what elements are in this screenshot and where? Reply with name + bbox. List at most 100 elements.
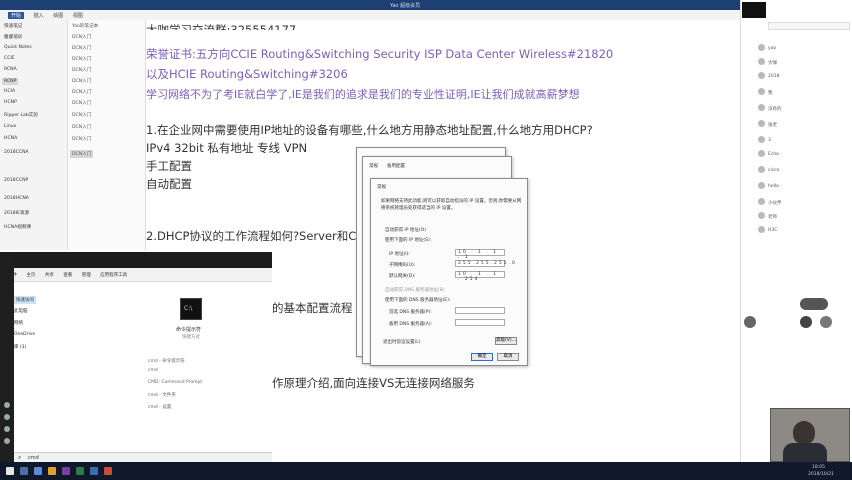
ribbon-tab[interactable]: 应用程序工具 bbox=[100, 272, 127, 278]
page-item[interactable]: DCN入门 bbox=[72, 34, 91, 40]
page-item[interactable]: Yao的笔记本 bbox=[72, 23, 98, 29]
floating-avatar[interactable] bbox=[800, 316, 812, 328]
result-item[interactable]: cmd bbox=[148, 368, 158, 373]
dialog-tab-general[interactable]: 常规 bbox=[369, 163, 378, 169]
folder-icon[interactable] bbox=[48, 467, 56, 475]
radio-auto-ip[interactable]: 自动获得 IP 地址(O) bbox=[385, 227, 426, 233]
radio-auto-dns[interactable]: 自动获得 DNS 服务器地址(B) bbox=[385, 287, 445, 293]
page-item[interactable]: DCN入门 bbox=[72, 136, 91, 142]
radio-manual-dns[interactable]: 使用下面的 DNS 服务器地址(E): bbox=[385, 297, 450, 303]
ribbon-tab[interactable]: 共享 bbox=[45, 272, 54, 278]
nav-network[interactable]: 网络 bbox=[14, 320, 23, 326]
advanced-button[interactable]: 高级(V)... bbox=[495, 337, 517, 345]
gateway-field[interactable]: 10 . 1 . 1 . 254 bbox=[455, 271, 505, 282]
menu-insert[interactable]: 插入 bbox=[34, 12, 44, 19]
page-item[interactable]: DCN入门 bbox=[72, 112, 91, 118]
ribbon-tab[interactable]: 管理 bbox=[82, 272, 91, 278]
section-item[interactable]: 快速笔记 bbox=[4, 23, 22, 29]
page-item[interactable]: DCN入门 bbox=[72, 100, 91, 106]
section-item[interactable]: HCNP bbox=[4, 100, 17, 105]
settings-icon[interactable] bbox=[4, 426, 10, 432]
section-item[interactable]: 2018CCNA bbox=[4, 150, 29, 155]
section-item[interactable]: RCNA bbox=[4, 67, 17, 72]
nav-this-pc[interactable]: 此电脑 bbox=[14, 308, 28, 314]
file-sub: 快捷方式 bbox=[182, 335, 200, 340]
cancel-button[interactable]: 取消 bbox=[497, 353, 519, 361]
section-item[interactable]: HCNA bbox=[4, 136, 17, 141]
section-item[interactable]: Linux bbox=[4, 124, 16, 129]
chat-message: 我 bbox=[768, 91, 773, 96]
nav-libraries[interactable]: 库 (3) bbox=[14, 344, 26, 350]
dns1-field[interactable] bbox=[455, 307, 505, 314]
chat-message: yao bbox=[768, 46, 777, 51]
page-item[interactable]: DCN入门 bbox=[72, 56, 91, 62]
section-item[interactable]: 2018IE资源 bbox=[4, 210, 29, 216]
page-item[interactable]: DCN入门 bbox=[72, 124, 91, 130]
explorer-ribbon: 文件 主页 共享 查看 管理 应用程序工具 bbox=[0, 268, 272, 282]
page-item[interactable]: DCN入门 bbox=[72, 67, 91, 73]
app-icon[interactable] bbox=[76, 467, 84, 475]
page-item[interactable]: DCN入门 bbox=[72, 89, 91, 95]
menu-view[interactable]: 视图 bbox=[73, 12, 83, 19]
section-item[interactable]: Ripper Lab实验 bbox=[4, 112, 38, 118]
result-item[interactable]: cmd - 设置 bbox=[148, 404, 171, 410]
section-item-selected[interactable]: RCNP bbox=[2, 78, 19, 85]
radio-manual-ip[interactable]: 使用下面的 IP 地址(S): bbox=[385, 237, 431, 243]
windows-start-icon[interactable] bbox=[6, 467, 14, 475]
edge-icon[interactable] bbox=[34, 467, 42, 475]
floating-badge[interactable] bbox=[800, 298, 828, 310]
documents-icon[interactable] bbox=[4, 414, 10, 420]
taskbar-date[interactable]: 2018/10/21 bbox=[808, 472, 834, 477]
avatar bbox=[758, 150, 765, 157]
section-item[interactable]: 2018HCNA bbox=[4, 196, 29, 201]
search-input[interactable]: cmd bbox=[28, 455, 39, 461]
dialog-desc-2: 络系统管理员处获得适当的 IP 设置。 bbox=[381, 206, 456, 211]
avatar bbox=[758, 166, 765, 173]
app-icon[interactable] bbox=[90, 467, 98, 475]
cmd-file-icon[interactable]: C:\ bbox=[180, 298, 202, 320]
page-item[interactable]: DCN入门 bbox=[72, 78, 91, 84]
presenter-body-icon bbox=[783, 443, 827, 463]
power-icon[interactable] bbox=[4, 438, 10, 444]
section-item[interactable]: HCIA bbox=[4, 89, 15, 94]
ribbon-tab[interactable]: 查看 bbox=[63, 272, 72, 278]
menu-home[interactable]: 开始 bbox=[8, 12, 25, 19]
nav-onedrive[interactable]: OneDrive bbox=[14, 332, 35, 337]
result-item[interactable]: cmd - 文件夹 bbox=[148, 392, 176, 398]
floating-avatar[interactable] bbox=[744, 316, 756, 328]
page-item[interactable]: DCN入门 bbox=[72, 45, 91, 51]
chat-message: 大咖 bbox=[768, 61, 777, 66]
section-item[interactable]: 2018CCNP bbox=[4, 178, 28, 183]
presenter-head-icon bbox=[793, 421, 815, 445]
dialog-tab-alternate[interactable]: 备用配置 bbox=[387, 163, 405, 169]
ip-address-field[interactable]: 10 . 1 . 1 . 1 bbox=[455, 249, 505, 260]
page-item-selected[interactable]: DCN入门 bbox=[70, 150, 94, 158]
ribbon-tab[interactable]: 主页 bbox=[26, 272, 35, 278]
note-question-1: 1.在企业网中需要使用IP地址的设备有哪些,什么地方用静态地址配置,什么地方用D… bbox=[146, 123, 593, 137]
floating-avatar[interactable] bbox=[820, 316, 832, 328]
ok-button[interactable]: 确定 bbox=[471, 353, 493, 361]
result-item[interactable]: cmd - 命令提示符 bbox=[148, 358, 185, 364]
subnet-mask-field[interactable]: 255.255.255.0 bbox=[455, 260, 515, 267]
notebook-pages: Yao的笔记本 DCN入门 DCN入门 DCN入门 DCN入门 DCN入门 DC… bbox=[68, 20, 146, 250]
dns2-field[interactable] bbox=[455, 319, 505, 326]
explorer-nav: 快速访问 此电脑 网络 OneDrive 库 (3) bbox=[14, 296, 64, 456]
menu-draw[interactable]: 绘图 bbox=[53, 12, 63, 19]
note-hcie-line: 以及HCIE Routing&Switching#3206 bbox=[146, 67, 348, 81]
result-item[interactable]: CMD: Command Prompt bbox=[148, 380, 202, 385]
app-icon[interactable] bbox=[104, 467, 112, 475]
section-item[interactable]: 雅睿培训 bbox=[4, 34, 22, 40]
search-taskbar-icon[interactable] bbox=[20, 467, 28, 475]
avatar bbox=[758, 58, 765, 65]
section-item[interactable]: CCIE bbox=[4, 56, 15, 61]
validate-checkbox[interactable]: 退出时验证设置(L) bbox=[383, 339, 421, 345]
search-box[interactable]: ⌕ cmd bbox=[14, 452, 272, 462]
note-question-4-fragment: 作原理介绍,面向连接VS无连接网络服务 bbox=[272, 376, 475, 390]
user-icon[interactable] bbox=[4, 402, 10, 408]
nav-quick-access[interactable]: 快速访问 bbox=[14, 296, 36, 304]
dialog-desc-1: 如果网络支持此功能,则可以获取自动指派的 IP 设置。否则,你需要从网 bbox=[381, 199, 522, 204]
section-item[interactable]: Quick Notes bbox=[4, 45, 32, 50]
onenote-icon[interactable] bbox=[62, 467, 70, 475]
taskbar-time[interactable]: 18:05 bbox=[812, 465, 825, 470]
section-item[interactable]: HCNA视频课 bbox=[4, 224, 31, 230]
